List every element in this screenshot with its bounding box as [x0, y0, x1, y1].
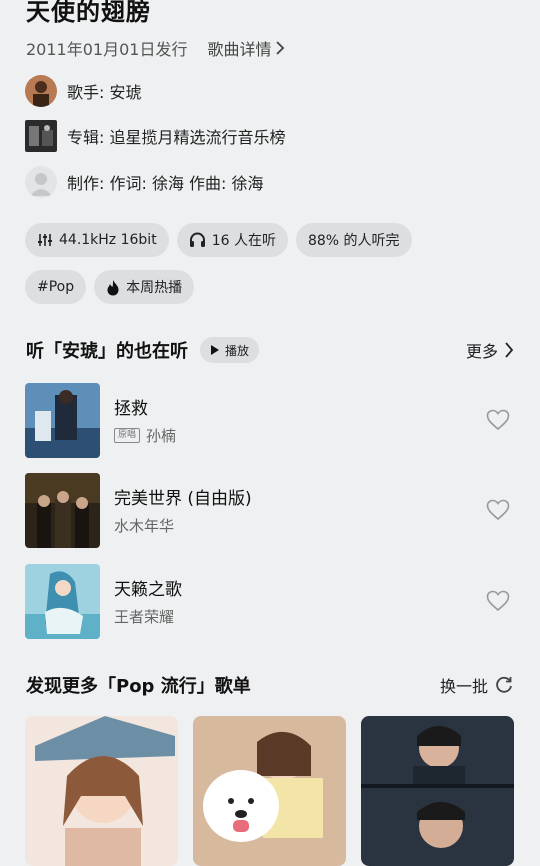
song-cover [25, 472, 100, 548]
chevron-right-icon [505, 342, 514, 358]
song-name: 天籁之歌 [114, 580, 182, 600]
genre-chip[interactable]: #Pop [25, 270, 87, 304]
chevron-right-icon [276, 41, 285, 55]
chip-row-2: #Pop 本周热播 [25, 270, 195, 304]
credits-label: 制作: 作词: 徐海 作曲: 徐海 [67, 174, 264, 193]
heart-icon[interactable] [486, 499, 510, 521]
album-label: 专辑: 追星揽月精选流行音乐榜 [67, 128, 286, 147]
original-tag: 原唱 [114, 428, 141, 443]
song-artist: 王者荣耀 [114, 608, 175, 626]
song-artist: 水木年华 [114, 517, 175, 535]
heart-icon[interactable] [486, 409, 510, 431]
refresh-label: 换一批 [439, 677, 488, 696]
play-all-button[interactable]: 播放 [200, 337, 260, 363]
flame-icon [107, 279, 119, 295]
playlist-row [25, 716, 514, 866]
person-icon [25, 166, 57, 198]
discover-title: 发现更多「Pop 流行」歌单 [26, 676, 251, 697]
heart-icon[interactable] [486, 590, 510, 612]
song-title: 天使的翅膀 [26, 0, 151, 26]
release-row: 2011年01月01日发行 歌曲详情 [26, 36, 285, 60]
album-row[interactable]: 专辑: 追星揽月精选流行音乐榜 [25, 120, 285, 152]
singer-row[interactable]: 歌手: 安琥 [25, 75, 141, 107]
song-cover [25, 382, 100, 458]
genre-label: #Pop [37, 279, 75, 295]
more-button[interactable]: 更多 [466, 338, 514, 362]
song-item[interactable]: 拯救 原唱 孙楠 [25, 382, 514, 458]
equalizer-icon [38, 234, 52, 246]
playlist-card[interactable] [25, 716, 178, 866]
completion-chip[interactable]: 88% 的人听完 [295, 223, 412, 257]
listening-count-chip[interactable]: 16 人在听 [176, 223, 288, 257]
chip-row-1: 44.1kHz 16bit 16 人在听 88% 的人听完 [25, 223, 412, 257]
weekly-hot-chip[interactable]: 本周热播 [94, 270, 195, 304]
song-name: 拯救 [114, 399, 148, 419]
release-date: 2011年01月01日发行 [26, 40, 188, 59]
album-cover-icon [25, 120, 57, 152]
credits-row: 制作: 作词: 徐海 作曲: 徐海 [25, 166, 264, 198]
playlist-card[interactable] [193, 716, 346, 866]
song-item[interactable]: 天籁之歌 王者荣耀 [25, 563, 514, 639]
discover-header: 发现更多「Pop 流行」歌单 换一批 [26, 672, 514, 698]
song-artist: 孙楠 [146, 427, 177, 445]
playlist-card[interactable] [361, 716, 514, 866]
also-listening-title: 听「安琥」的也在听 [26, 341, 188, 362]
song-item[interactable]: 完美世界 (自由版) 水木年华 [25, 472, 514, 548]
weekly-hot-label: 本周热播 [126, 280, 183, 296]
also-listening-header: 听「安琥」的也在听 播放 更多 [26, 337, 514, 363]
song-name: 完美世界 (自由版) [114, 489, 252, 509]
song-detail-link[interactable]: 歌曲详情 [207, 36, 285, 60]
play-all-label: 播放 [225, 343, 250, 358]
singer-avatar [25, 75, 57, 107]
play-icon [211, 345, 219, 355]
song-cover [25, 563, 100, 639]
song-detail-label: 歌曲详情 [207, 40, 272, 59]
singer-label: 歌手: 安琥 [67, 83, 142, 102]
refresh-icon [496, 676, 512, 693]
listening-count-label: 16 人在听 [211, 233, 276, 249]
audio-quality-label: 44.1kHz 16bit [59, 232, 157, 248]
refresh-button[interactable]: 换一批 [440, 673, 514, 697]
more-label: 更多 [465, 342, 498, 361]
audio-quality-chip[interactable]: 44.1kHz 16bit [25, 223, 169, 257]
completion-label: 88% 的人听完 [307, 233, 400, 249]
headphones-icon [189, 232, 205, 247]
